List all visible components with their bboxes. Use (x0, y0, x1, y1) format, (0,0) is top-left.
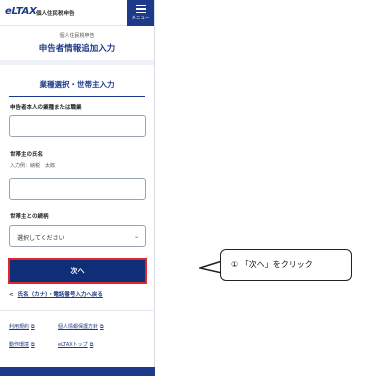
occupation-label: 申告者本人の業種または職業 (10, 105, 82, 111)
top-bar: eLTAX 個人住民税申告 メニュー (0, 0, 154, 26)
footer-divider (0, 310, 155, 311)
occupation-input[interactable] (9, 115, 146, 137)
householder-name-input[interactable] (9, 178, 146, 200)
external-link-icon: ⧉ (31, 342, 35, 348)
page-title: 申告者情報追加入力 (38, 44, 116, 54)
footer-link-terms[interactable]: 利用規約 ⧉ (9, 323, 35, 330)
section-divider (9, 96, 145, 97)
page-subtitle: 個人住民税申告 (59, 33, 95, 39)
householder-hint: 入力例：納税 太郎 (10, 163, 56, 169)
external-link-icon: ⧉ (31, 324, 35, 330)
external-link-icon: ⧉ (89, 342, 94, 348)
external-link-icon: ⧉ (100, 324, 104, 330)
hamburger-icon (135, 5, 146, 14)
eltax-logo[interactable]: eLTAX (5, 6, 37, 17)
relation-select-value: 選択してください (17, 235, 65, 242)
next-button[interactable]: 次へ (8, 258, 147, 284)
back-link[interactable]: < 氏名（カナ）・電話番号入力へ戻る (9, 290, 103, 298)
chevron-left-icon: < (9, 292, 14, 298)
back-link-label: 氏名（カナ）・電話番号入力へ戻る (17, 292, 103, 298)
householder-label: 世帯主の氏名 (10, 152, 44, 158)
instruction-callout: ① 「次へ」をクリック (220, 249, 352, 281)
footer-link-privacy[interactable]: 個人情報保護方針 ⧉ (58, 323, 104, 330)
chevron-down-icon: ⌄ (133, 233, 139, 240)
bottom-bar (0, 367, 155, 376)
divider-band (0, 60, 154, 65)
footer-link-eltax-top[interactable]: eLTAXトップ ⧉ (58, 341, 93, 348)
relation-select[interactable]: 選択してください ⌄ (9, 225, 146, 247)
relation-label: 世帯主との続柄 (10, 214, 49, 220)
app-title: 個人住民税申告 (36, 11, 75, 17)
footer-link-environment[interactable]: 動作環境 ⧉ (9, 341, 35, 348)
section-title: 業種選択・世帯主入力 (39, 80, 115, 89)
mobile-page: eLTAX 個人住民税申告 メニュー 個人住民税申告 申告者情報追加入力 業種選… (0, 0, 155, 376)
menu-button[interactable]: メニュー (127, 0, 154, 26)
page-header: 個人住民税申告 申告者情報追加入力 (0, 26, 154, 60)
menu-label: メニュー (131, 16, 150, 22)
